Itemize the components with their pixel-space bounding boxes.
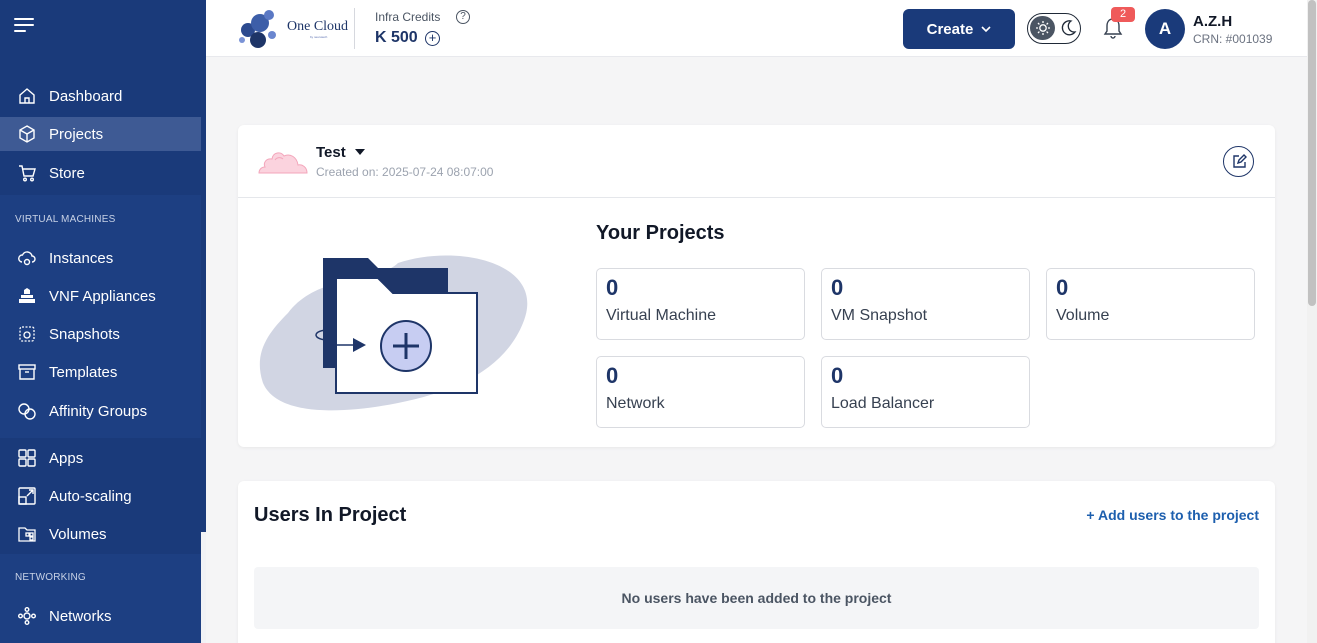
section-header-vm: VIRTUAL MACHINES [15, 214, 116, 225]
sidebar-item-label: Projects [49, 125, 104, 143]
credits-value: K 500 [375, 29, 418, 46]
sidebar: Dashboard Projects Store VIRTUAL MACHINE… [0, 0, 206, 643]
sidebar-scrollbar[interactable] [201, 0, 206, 532]
sidebar-item-snapshots[interactable]: Snapshots [0, 317, 201, 351]
sidebar-item-label: VNF Appliances [49, 287, 156, 305]
logo-subtext: by neurotech [310, 35, 328, 39]
stat-vm-snapshot[interactable]: 0 VM Snapshot [821, 268, 1030, 340]
stat-value: 0 [606, 275, 619, 300]
sidebar-item-label: Snapshots [49, 325, 120, 343]
stat-value: 0 [831, 275, 844, 300]
home-icon [17, 86, 37, 106]
archive-box-icon [17, 362, 37, 382]
sidebar-item-projects[interactable]: Projects [0, 117, 201, 151]
stat-virtual-machine[interactable]: 0 Virtual Machine [596, 268, 805, 340]
user-crn: CRN: #001039 [1193, 32, 1273, 46]
stat-label: VM Snapshot [831, 307, 928, 324]
users-in-project-title: Users In Project [254, 504, 407, 526]
chevron-down-icon [981, 26, 991, 33]
notification-badge: 2 [1111, 7, 1135, 22]
stat-value: 0 [831, 363, 844, 388]
sidebar-item-volumes[interactable]: Volumes [0, 517, 201, 551]
empty-users-message: No users have been added to the project [254, 567, 1259, 629]
top-header: One Cloud by neurotech Infra Credits ? K… [206, 0, 1307, 57]
stat-load-balancer[interactable]: 0 Load Balancer [821, 356, 1030, 428]
project-created-date: Created on: 2025-07-24 08:07:00 [316, 165, 494, 179]
sidebar-item-label: Apps [49, 449, 84, 467]
avatar[interactable]: A [1145, 9, 1185, 49]
stat-label: Network [606, 395, 665, 412]
folder-grid-icon [17, 524, 37, 544]
caret-down-icon[interactable] [355, 149, 365, 155]
cloud-icon [258, 152, 308, 174]
stat-label: Virtual Machine [606, 307, 716, 324]
edit-icon[interactable] [1223, 146, 1254, 177]
logo-text: One Cloud [287, 19, 349, 34]
project-name[interactable]: Test [316, 144, 346, 161]
sidebar-item-templates[interactable]: Templates [0, 355, 201, 389]
firewall-icon [17, 286, 37, 306]
sidebar-item-vnf-appliances[interactable]: VNF Appliances [0, 279, 201, 313]
moon-icon [1061, 20, 1077, 36]
create-button-label: Create [926, 20, 974, 38]
cart-icon [17, 163, 37, 183]
camera-icon [17, 324, 37, 344]
users-card: Users In Project + Add users to the proj… [238, 481, 1275, 643]
help-icon[interactable]: ? [456, 10, 470, 24]
network-icon [17, 606, 37, 626]
page-scrollbar[interactable] [1307, 0, 1317, 643]
sidebar-item-label: Networks [49, 607, 112, 625]
sidebar-item-networks[interactable]: Networks [0, 599, 201, 633]
cube-icon [17, 124, 37, 144]
section-header-networking: NETWORKING [15, 572, 86, 583]
sidebar-item-dashboard[interactable]: Dashboard [0, 79, 201, 113]
sidebar-item-apps[interactable]: Apps [0, 441, 201, 475]
stat-value: 0 [1056, 275, 1069, 300]
cloud-gear-icon [17, 248, 37, 268]
theme-toggle[interactable] [1027, 13, 1081, 44]
credits-label: Infra Credits [375, 10, 441, 24]
page-scrollbar-thumb[interactable] [1308, 0, 1316, 306]
sidebar-item-label: Instances [49, 249, 114, 267]
sidebar-item-label: Affinity Groups [49, 402, 148, 420]
sun-icon [1030, 16, 1055, 40]
card-divider [238, 197, 1275, 198]
stat-label: Load Balancer [831, 395, 935, 412]
hamburger-menu-icon[interactable] [14, 16, 36, 34]
add-credits-icon[interactable]: + [425, 31, 440, 46]
stat-label: Volume [1056, 307, 1110, 324]
grid-icon [17, 448, 37, 468]
sidebar-item-affinity-groups[interactable]: Affinity Groups [0, 394, 201, 428]
sidebar-item-label: Store [49, 164, 85, 182]
affinity-icon [17, 401, 37, 421]
sidebar-item-label: Dashboard [49, 87, 123, 105]
sidebar-item-auto-scaling[interactable]: Auto-scaling [0, 479, 201, 513]
stat-network[interactable]: 0 Network [596, 356, 805, 428]
folder-add-illustration [259, 255, 528, 411]
sidebar-item-store[interactable]: Store [0, 156, 201, 190]
sidebar-item-label: Auto-scaling [49, 487, 132, 505]
stat-volume[interactable]: 0 Volume [1046, 268, 1255, 340]
add-users-link[interactable]: + Add users to the project [1086, 507, 1259, 523]
sidebar-item-label: Templates [49, 363, 118, 381]
your-projects-title: Your Projects [596, 222, 725, 244]
user-name: A.Z.H [1193, 13, 1233, 30]
resize-icon [17, 486, 37, 506]
sidebar-item-label: Volumes [49, 525, 107, 543]
sidebar-item-instances[interactable]: Instances [0, 241, 201, 275]
stat-value: 0 [606, 363, 619, 388]
header-divider [354, 8, 355, 49]
create-button[interactable]: Create [903, 9, 1015, 49]
project-card: Test Created on: 2025-07-24 08:07:00 You… [238, 125, 1275, 447]
